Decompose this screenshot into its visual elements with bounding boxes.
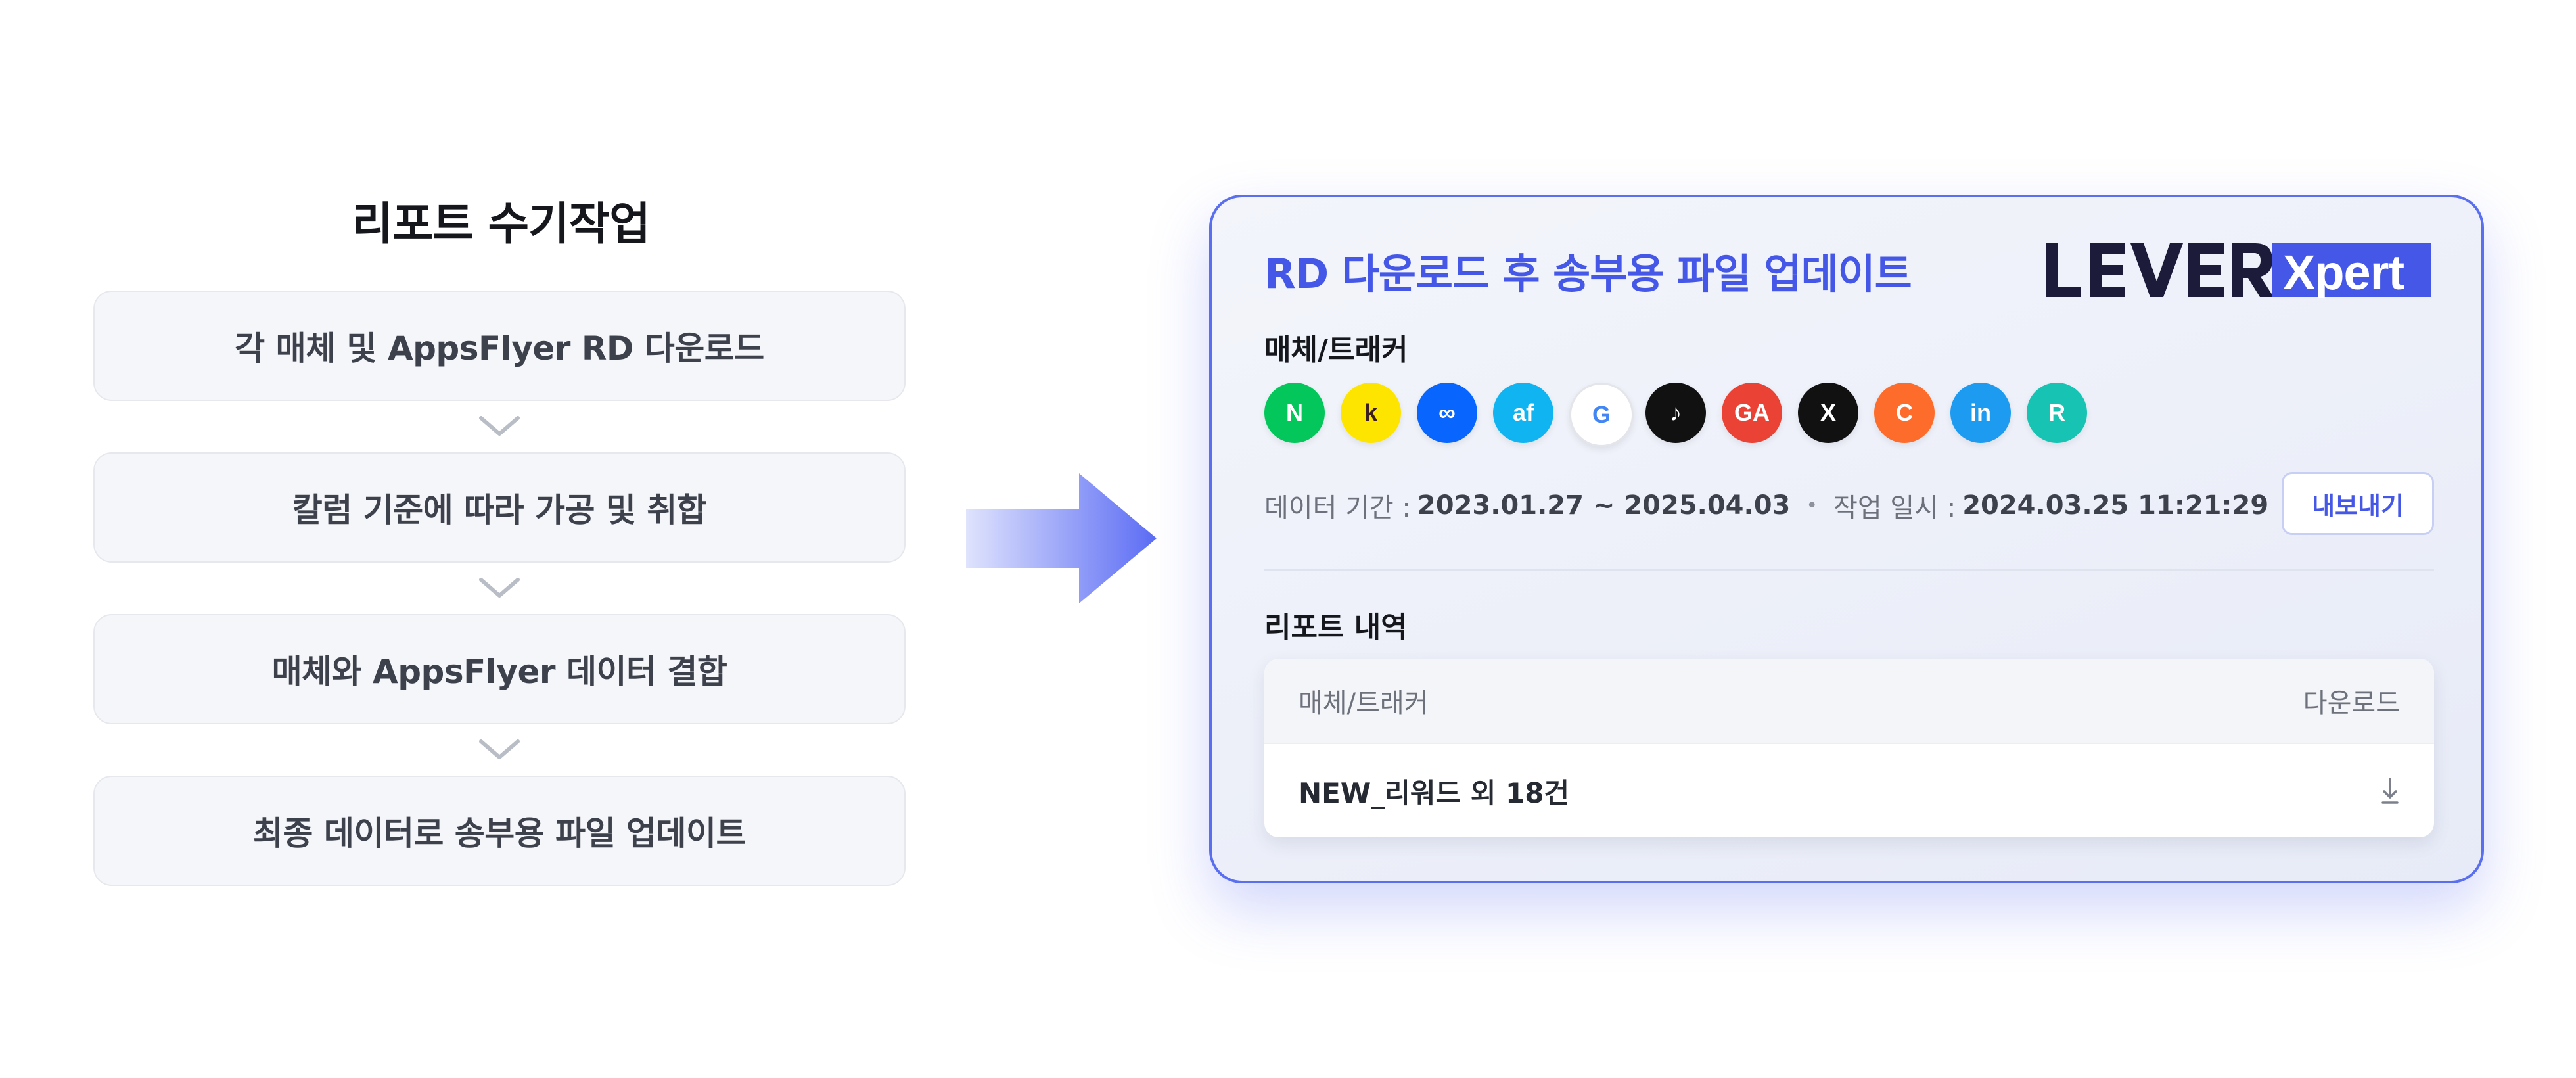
step-1: 각 매체 및 AppsFlyer RD 다운로드 — [93, 291, 906, 401]
period-info: 데이터 기간 : 2023.01.27 ~ 2025.04.03 • 작업 일시… — [1264, 486, 2268, 525]
logo-badge-text: Xpert — [2283, 245, 2404, 298]
chevron-down-icon — [479, 578, 520, 598]
report-history-label: 리포트 내역 — [1264, 611, 1408, 644]
col-media-tracker: 매체/트래커 — [1299, 688, 1429, 718]
data-period-value: 2023.01.27 ~ 2025.04.03 — [1417, 490, 1791, 521]
data-period-label: 데이터 기간 : — [1264, 493, 1411, 523]
naver-icon: N — [1264, 383, 1325, 443]
media-tracker-label: 매체/트래커 — [1264, 333, 1408, 367]
work-time-label: 작업 일시 : — [1833, 493, 1956, 523]
step-4: 최종 데이터로 송부용 파일 업데이트 — [93, 776, 906, 886]
step-2: 칼럼 기준에 따라 가공 및 취합 — [93, 452, 906, 563]
report-name: NEW_리워드 외 18건 — [1299, 776, 1570, 809]
meta-icon: ∞ — [1417, 383, 1477, 443]
chevron-down-icon — [479, 739, 520, 759]
manual-report-title: 리포트 수기작업 — [352, 199, 651, 250]
work-time-value: 2024.03.25 11:21:29 — [1962, 490, 2269, 521]
x-icon: X — [1798, 383, 1858, 443]
linkedin-icon: in — [1950, 383, 2011, 443]
criteo-icon: C — [1874, 383, 1935, 443]
table-header: 매체/트래커 다운로드 — [1264, 659, 2434, 744]
google-analytics-icon: GA — [1722, 383, 1782, 443]
col-download: 다운로드 — [2303, 688, 2400, 718]
panel-title: RD 다운로드 후 송부용 파일 업데이트 — [1264, 250, 1912, 298]
appsflyer-icon: af — [1493, 383, 1553, 443]
lever-xpert-logo: Xpert — [2046, 243, 2431, 298]
table-row[interactable]: NEW_리워드 외 18건 — [1264, 744, 2434, 837]
google-icon: G — [1569, 383, 1634, 447]
step-3: 매체와 AppsFlyer 데이터 결합 — [93, 614, 906, 724]
kakao-icon: k — [1341, 383, 1401, 443]
divider — [1264, 569, 2434, 571]
tiktok-icon: ♪ — [1645, 383, 1706, 443]
report-table: 매체/트래커 다운로드 NEW_리워드 외 18건 — [1264, 659, 2434, 837]
chevron-down-icon — [479, 416, 520, 436]
separator-dot: • — [1806, 494, 1818, 517]
arrow-right-icon — [966, 473, 1157, 603]
export-button[interactable]: 내보내기 — [2282, 472, 2434, 535]
rd-update-panel: RD 다운로드 후 송부용 파일 업데이트 Xpert 매체/트래커 N k ∞… — [1209, 195, 2484, 883]
r-icon: R — [2027, 383, 2087, 443]
download-icon[interactable] — [2380, 777, 2400, 805]
